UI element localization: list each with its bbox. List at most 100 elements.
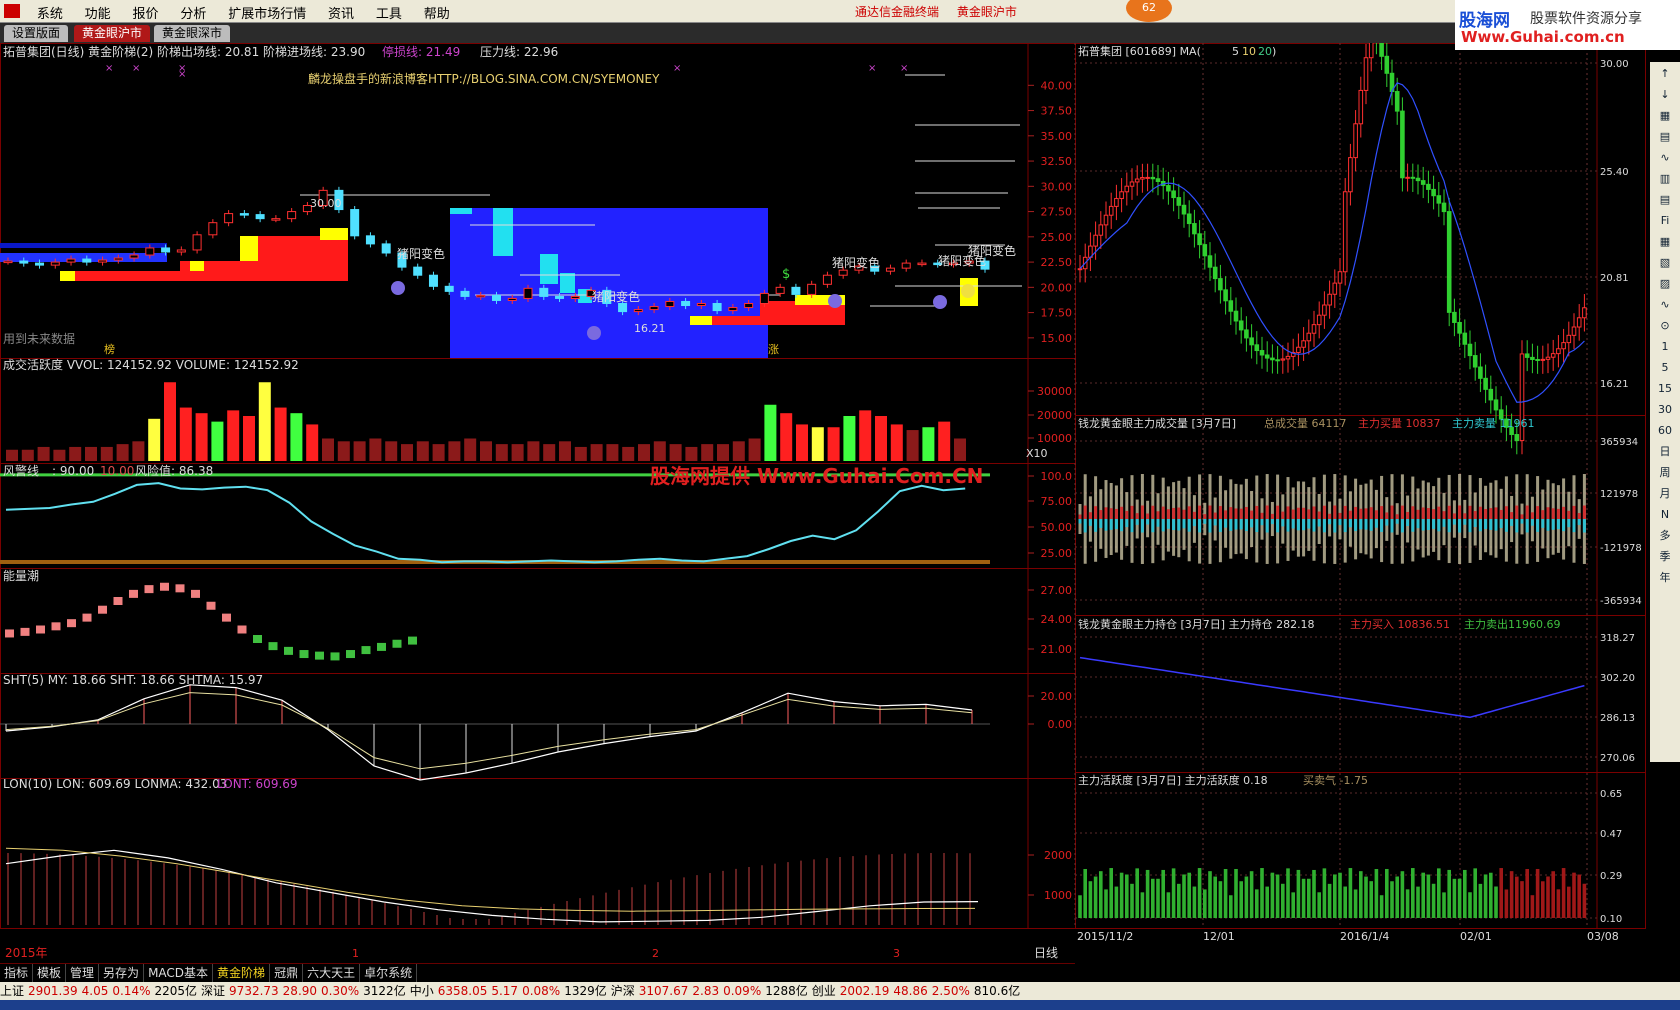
main-title: 拓普集团(日线) 黄金阶梯(2) 阶梯出场线: 20.81 阶梯进场线: 23.… — [3, 44, 365, 59]
r-sell-vol — [1198, 519, 1202, 533]
candle-body — [161, 247, 171, 253]
menu-function[interactable]: 功能 — [76, 0, 120, 22]
period-button[interactable]: 60 — [1654, 422, 1676, 440]
volume-bar — [306, 424, 319, 461]
r4-label: 0.47 — [1600, 829, 1622, 840]
formula-tab[interactable]: 卓尔系统 — [360, 964, 418, 982]
r-candle-body — [1176, 197, 1182, 206]
ladder-yellow-2 — [190, 261, 204, 271]
r-sell-vol — [1395, 519, 1399, 524]
r-sell-vol — [1151, 519, 1155, 533]
period-button[interactable]: 多 — [1654, 527, 1676, 545]
r-buy-vol — [1213, 512, 1217, 519]
r-buy-vol — [1400, 505, 1404, 519]
side-tool-icon[interactable]: ▤ — [1654, 128, 1676, 146]
index-value: 创业 — [811, 984, 836, 998]
r-candle-body — [1415, 177, 1421, 182]
formula-tab[interactable]: MACD基本 — [144, 964, 214, 982]
side-tool-icon[interactable]: Fi — [1654, 212, 1676, 230]
side-tool-icon[interactable]: ▦ — [1654, 107, 1676, 125]
price-tick-label: 37.50 — [1041, 105, 1073, 118]
activity-bar — [1494, 886, 1498, 918]
r-candle-body — [1244, 329, 1249, 339]
side-tool-icon[interactable]: ▨ — [1654, 275, 1676, 293]
r-buy-vol — [1348, 510, 1352, 519]
volume-bar — [685, 446, 698, 461]
side-tool-icon[interactable]: ▧ — [1654, 254, 1676, 272]
period-button[interactable]: 日 — [1654, 443, 1676, 461]
tab-gold-eye-sh[interactable]: 黄金眼沪市 — [74, 25, 151, 42]
r-candle-body — [1316, 314, 1322, 326]
tab-settings-layout[interactable]: 设置版面 — [4, 25, 69, 42]
r-buy-vol — [1385, 512, 1389, 519]
index-value: 5.17 — [491, 984, 519, 998]
price-tick-label: 30.00 — [1041, 180, 1073, 193]
period-button[interactable]: 1 — [1654, 338, 1676, 356]
sht-title: SHT(5) MY: 18.66 SHT: 18.66 SHTMA: 15.97 — [3, 673, 263, 687]
r-sell-vol — [1562, 519, 1566, 532]
r-buy-vol — [1296, 507, 1300, 519]
side-tool-icon[interactable]: ∿ — [1654, 149, 1676, 167]
period-button[interactable]: 5 — [1654, 359, 1676, 377]
index-value: 48.86 — [893, 984, 928, 998]
r-candle-body — [1462, 332, 1468, 345]
main-out: 主力卖出11960.69 — [1464, 617, 1561, 631]
period-button[interactable]: 30 — [1654, 401, 1676, 419]
side-tool-icon[interactable]: ↑ — [1654, 65, 1676, 83]
formula-tab[interactable]: 冠鼎 — [270, 964, 304, 982]
r-sell-vol — [1104, 519, 1108, 531]
menu-help[interactable]: 帮助 — [415, 0, 459, 22]
volume-bar — [938, 421, 951, 461]
r-sell-vol — [1291, 519, 1295, 529]
activity-bar — [1275, 874, 1280, 918]
link-gold-eye-sh[interactable]: 黄金眼沪市 — [957, 5, 1017, 19]
activity-bar — [1437, 868, 1441, 918]
side-tool-icon[interactable]: ▤ — [1654, 191, 1676, 209]
r-candle-body — [1223, 289, 1228, 302]
side-tool-icon[interactable]: ↓ — [1654, 86, 1676, 104]
volume-bar — [132, 441, 145, 461]
activity-bar — [1478, 883, 1483, 918]
side-tool-icon[interactable]: ▦ — [1654, 233, 1676, 251]
formula-tab[interactable]: 管理 — [66, 964, 100, 982]
r-sell-vol — [1530, 519, 1534, 526]
right-stock-title: 拓普集团 [601689] MA( — [1078, 44, 1201, 58]
price-tick-label: 40.00 — [1041, 79, 1073, 92]
right-panels: 30.00 25.40 20.81 16.21 365934 121978 -121978 -… — [1074, 43, 1646, 929]
ma10-line — [1079, 82, 1585, 403]
side-tool-icon[interactable]: ⊙ — [1654, 317, 1676, 335]
volume-bar — [827, 427, 840, 461]
formula-tab[interactable]: 另存为 — [99, 964, 145, 982]
lon-title: LON(10) LON: 609.69 LONMA: 432.03 — [3, 777, 227, 791]
chart-area[interactable]: 40.0037.5035.0032.5030.0027.5025.0022.50… — [0, 43, 1680, 963]
period-button[interactable]: 周 — [1654, 464, 1676, 482]
r-sell-vol — [1515, 519, 1519, 533]
formula-tab[interactable]: 模板 — [33, 964, 67, 982]
volume-bar — [653, 441, 666, 461]
menu-tools[interactable]: 工具 — [367, 0, 411, 22]
period-button[interactable]: 季 — [1654, 548, 1676, 566]
volume-bar — [69, 446, 82, 461]
tab-gold-eye-sz[interactable]: 黄金眼深市 — [154, 25, 231, 42]
period-button[interactable]: 年 — [1654, 569, 1676, 587]
side-tool-icon[interactable]: ▥ — [1654, 170, 1676, 188]
menu-news[interactable]: 资讯 — [319, 0, 363, 22]
menu-quote[interactable]: 报价 — [124, 0, 168, 22]
vol-tick-label: 30000 — [1037, 385, 1072, 398]
formula-tab[interactable]: 黄金阶梯 — [213, 964, 271, 982]
period-button[interactable]: 月 — [1654, 485, 1676, 503]
r-buy-vol — [1291, 509, 1295, 519]
menu-extended-market[interactable]: 扩展市场行情 — [219, 0, 315, 22]
period-button[interactable]: 15 — [1654, 380, 1676, 398]
link-terminal[interactable]: 通达信金融终端 — [855, 5, 939, 19]
price-tick-label: 27.50 — [1041, 206, 1073, 219]
formula-tab[interactable]: 指标 — [0, 964, 34, 982]
formula-tab[interactable]: 六大天王 — [303, 964, 361, 982]
period-label[interactable]: 日线 — [1034, 946, 1058, 960]
r-buy-vol — [1198, 505, 1202, 519]
r-buy-vol — [1156, 511, 1160, 519]
menu-analysis[interactable]: 分析 — [171, 0, 215, 22]
period-button[interactable]: N — [1654, 506, 1676, 524]
menu-system[interactable]: 系统 — [28, 0, 72, 22]
side-tool-icon[interactable]: ∿ — [1654, 296, 1676, 314]
